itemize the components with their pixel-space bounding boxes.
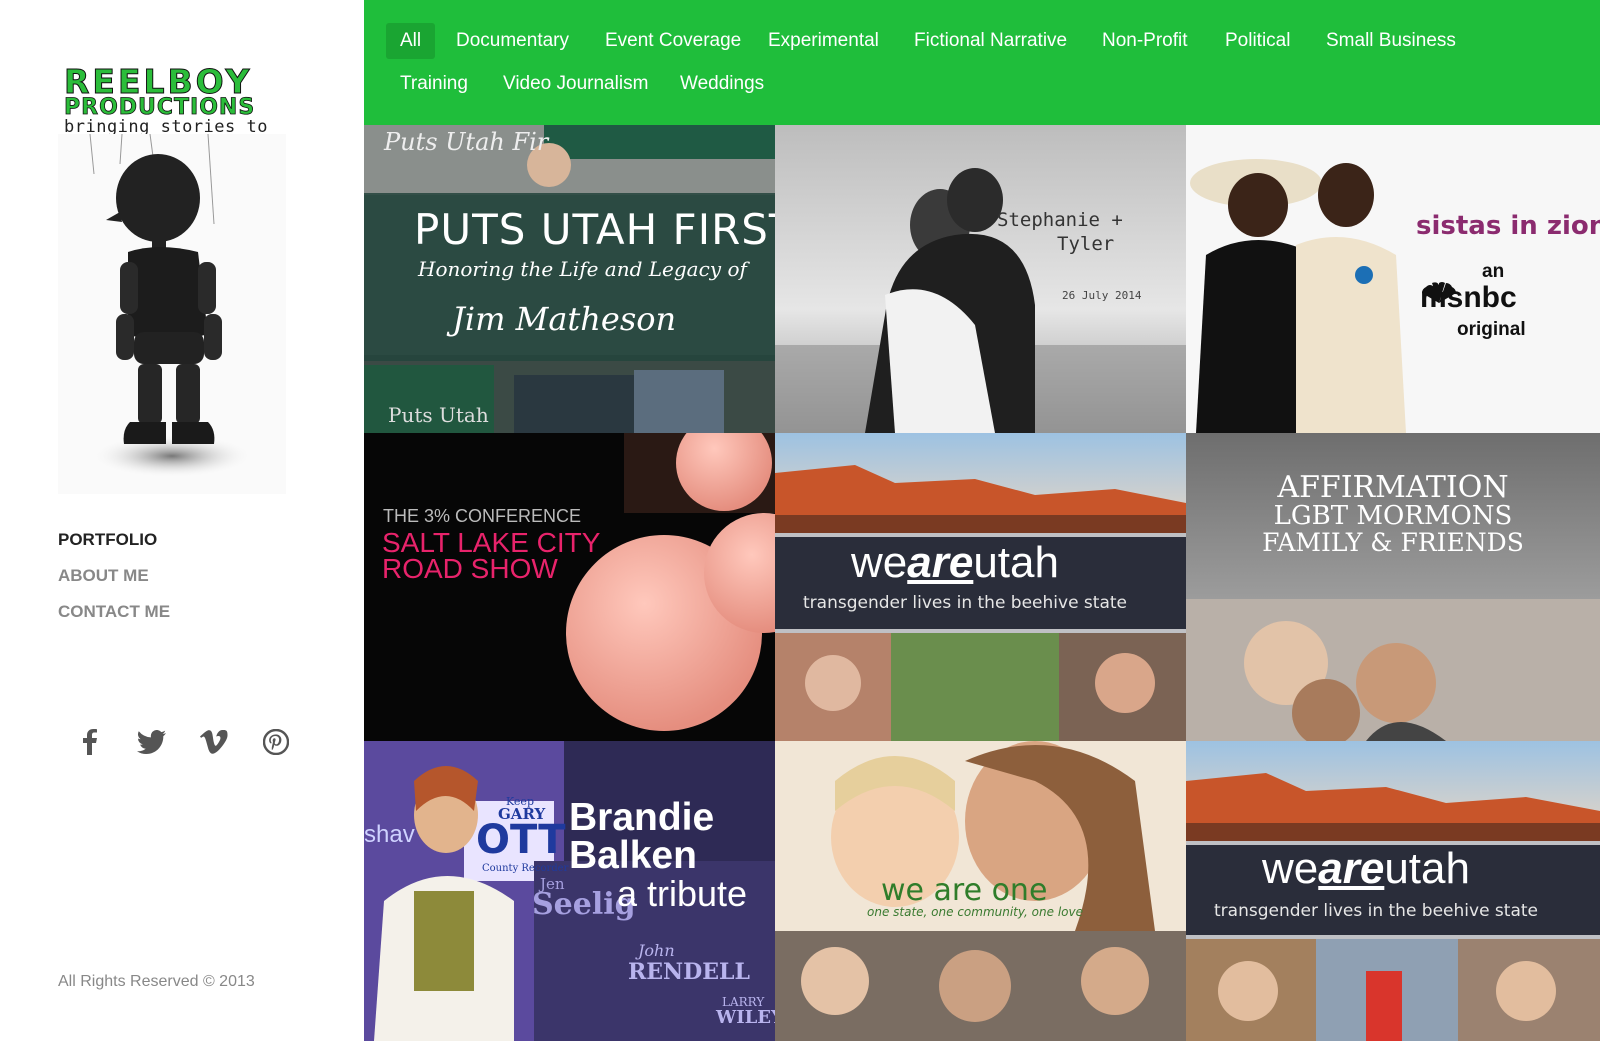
tile-title-line3: FAMILY & FRIENDS	[1262, 528, 1524, 557]
tile-title: Brandie	[569, 796, 715, 839]
tile-title-utah: utah	[973, 538, 1059, 587]
twitter-icon[interactable]	[136, 726, 168, 758]
sign-text: John	[638, 941, 675, 960]
portfolio-grid: Puts Utah Fir PUTS UTAH FIRST Honoring t…	[364, 125, 1600, 1041]
tile-line: an	[1482, 261, 1505, 282]
category-filter-bar: All Documentary Event Coverage Experimen…	[364, 0, 1600, 125]
tile-title-we: we	[1262, 844, 1319, 893]
portfolio-item-3-percent-conference[interactable]: THE 3% CONFERENCE SALT LAKE CITY ROAD SH…	[364, 433, 775, 741]
tile-title-line2: Balken	[569, 834, 697, 877]
social-links	[74, 726, 292, 758]
tile-subtitle: one state, one community, one love	[867, 905, 1083, 919]
filter-fictional-narrative[interactable]: Fictional Narrative	[900, 23, 1081, 59]
portfolio-item-affirmation[interactable]: AFFIRMATION LGBT MORMONS FAMILY & FRIEND…	[1186, 433, 1600, 741]
sign-text: Puts Utah Fir	[384, 128, 549, 156]
nav-about-me[interactable]: ABOUT ME	[58, 566, 170, 586]
sign-text: OTT	[476, 817, 566, 863]
filter-political[interactable]: Political	[1211, 23, 1304, 59]
portfolio-item-we-are-utah[interactable]: weareutah transgender lives in the beehi…	[775, 433, 1186, 741]
tile-title-we: we	[851, 538, 908, 587]
tile-subtitle: transgender lives in the beehive state	[803, 593, 1127, 613]
copyright-text: All Rights Reserved © 2013	[58, 973, 255, 990]
sign-text: shav	[364, 821, 415, 848]
tile-title-line2: Tyler	[1057, 233, 1115, 255]
filter-weddings[interactable]: Weddings	[666, 66, 778, 102]
portfolio-item-we-are-utah-2[interactable]: weareutah transgender lives in the beehi…	[1186, 741, 1600, 1041]
filter-experimental[interactable]: Experimental	[754, 23, 893, 59]
tile-title: AFFIRMATION	[1277, 470, 1509, 505]
filter-non-profit[interactable]: Non-Profit	[1088, 23, 1202, 59]
nav-portfolio[interactable]: PORTFOLIO	[58, 530, 170, 550]
facebook-icon[interactable]	[74, 726, 106, 758]
marionette-illustration	[58, 134, 286, 494]
main-nav: PORTFOLIO ABOUT ME CONTACT ME	[58, 530, 170, 638]
tile-subtitle: Honoring the Life and Legacy of	[418, 257, 747, 281]
brand-name: REELBOY	[64, 62, 253, 101]
tile-line: original	[1457, 319, 1526, 340]
tile-title: Stephanie +	[997, 209, 1123, 231]
sign-text: County Recorder	[482, 863, 569, 874]
portfolio-item-sistas-in-zion[interactable]: sistas in zion an msnbc original	[1186, 125, 1600, 433]
tile-title: weareutah	[851, 538, 1059, 588]
pinterest-icon[interactable]	[260, 726, 292, 758]
filter-training[interactable]: Training	[386, 66, 482, 102]
filter-video-journalism[interactable]: Video Journalism	[489, 66, 662, 102]
sign-text: RENDELL	[628, 959, 750, 985]
filter-documentary[interactable]: Documentary	[442, 23, 583, 59]
sign-text: Puts Utah	[388, 403, 489, 427]
tile-title-are: are	[1318, 844, 1385, 893]
brand-subname: PRODUCTIONS	[64, 95, 256, 120]
tile-subtitle: transgender lives in the beehive state	[1214, 901, 1538, 921]
filter-small-business[interactable]: Small Business	[1312, 23, 1470, 59]
tile-thumbnail	[364, 433, 775, 741]
tile-date: 26 July 2014	[1062, 289, 1142, 302]
tile-title: sistas in zion	[1416, 211, 1600, 241]
portfolio-item-stephanie-tyler[interactable]: Stephanie + Tyler 26 July 2014	[775, 125, 1186, 433]
tile-name: Jim Matheson	[452, 300, 677, 338]
tile-title: weareutah	[1262, 844, 1470, 894]
tile-title-are: are	[907, 538, 974, 587]
nav-contact-me[interactable]: CONTACT ME	[58, 602, 170, 622]
vimeo-icon[interactable]	[198, 726, 230, 758]
tile-title-utah: utah	[1384, 844, 1470, 893]
sign-text: WILEY	[716, 1007, 775, 1028]
peacock-icon	[1422, 282, 1456, 303]
portfolio-item-puts-utah-first[interactable]: Puts Utah Fir PUTS UTAH FIRST Honoring t…	[364, 125, 775, 433]
tile-title: PUTS UTAH FIRST	[414, 205, 775, 254]
tile-thumbnail	[775, 125, 1186, 433]
portfolio-item-we-are-one[interactable]: we are one one state, one community, one…	[775, 741, 1186, 1041]
tile-kicker: THE 3% CONFERENCE	[383, 506, 582, 526]
sidebar: REELBOY PRODUCTIONS bringing stories to …	[0, 0, 364, 1041]
tile-title-line2: ROAD SHOW	[382, 553, 558, 584]
filter-event-coverage[interactable]: Event Coverage	[591, 23, 755, 59]
filter-all[interactable]: All	[386, 23, 436, 59]
msnbc-logo: msnbc	[1420, 281, 1517, 315]
portfolio-item-brandie-balken[interactable]: shav Keep GARY OTT County Recorder Jen S…	[364, 741, 775, 1041]
tile-subtitle: a tribute	[617, 873, 748, 914]
tile-title: we are one	[881, 873, 1048, 908]
tile-title-line2: LGBT MORMONS	[1273, 501, 1513, 531]
tile-thumbnail	[1186, 125, 1600, 433]
